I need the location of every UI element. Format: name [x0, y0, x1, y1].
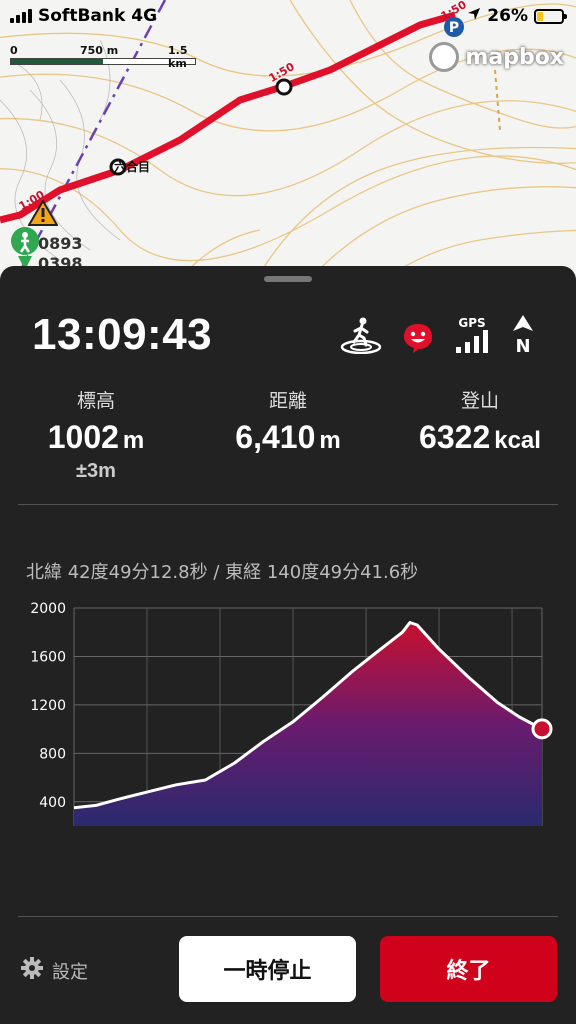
- altitude-stat: 標高 1002 m ±3m: [0, 386, 192, 483]
- altitude-value: 1002: [47, 419, 119, 455]
- north-arrow-icon[interactable]: N: [510, 314, 536, 358]
- map-view[interactable]: SoftBank 4G 26% 0 750 m 1.5 km P mapbox …: [0, 0, 576, 290]
- y-tick-label: 400: [39, 795, 66, 811]
- network-type: 4G: [131, 6, 158, 26]
- mapbox-attribution[interactable]: mapbox: [429, 42, 564, 72]
- status-bar: SoftBank 4G 26%: [0, 0, 576, 34]
- distance-unit: m: [319, 427, 341, 454]
- distance-label: 距離: [268, 390, 307, 412]
- calories-stat: 登山 6322 kcal: [384, 386, 576, 483]
- end-button[interactable]: 終了: [380, 936, 557, 1002]
- y-tick-label: 2000: [30, 601, 66, 617]
- settings-label: 設定: [52, 961, 88, 983]
- coordinates: 北緯 42度49分12.8秒 / 東経 140度49分41.6秒: [26, 562, 419, 583]
- calories-label: 登山: [460, 390, 499, 412]
- gps-label: GPS: [458, 316, 485, 330]
- altitude-label: 標高: [76, 390, 115, 412]
- elevation-profile-chart[interactable]: 2000160012008004001.02.03.04.05.06.0km: [0, 596, 576, 836]
- face-icon[interactable]: [402, 322, 434, 358]
- svg-text:P: P: [449, 20, 459, 36]
- current-time: 13:09:43: [32, 310, 213, 359]
- calories-unit: kcal: [494, 427, 541, 454]
- mapbox-logo-icon: [429, 42, 460, 72]
- distance-stat: 距離 6,410 m: [192, 386, 384, 483]
- altitude-accuracy: ±3m: [76, 460, 116, 482]
- status-icons: GPS N: [340, 314, 536, 358]
- sheet-drag-handle[interactable]: [264, 276, 312, 282]
- battery-percent: 26%: [487, 6, 528, 26]
- current-position-marker: [531, 718, 553, 740]
- y-tick-label: 1600: [30, 649, 66, 665]
- elevation-label: 0893: [38, 234, 83, 253]
- calories-value: 6322: [419, 419, 491, 455]
- divider: [18, 504, 558, 505]
- north-label: N: [515, 336, 530, 354]
- gear-icon: [20, 956, 44, 985]
- station-label: 六合目: [114, 160, 151, 174]
- pause-button[interactable]: 一時停止: [179, 936, 356, 1002]
- battery-icon: [534, 8, 567, 24]
- map-scale: 0 750 m 1.5 km: [10, 44, 196, 70]
- y-tick-label: 800: [39, 746, 66, 762]
- elevation-area: [74, 622, 542, 826]
- settings-button[interactable]: 設定: [20, 956, 88, 985]
- scale-label-zero: 0: [10, 44, 18, 57]
- divider: [18, 916, 558, 917]
- walking-mode-icon[interactable]: [340, 316, 382, 358]
- stats-row: 標高 1002 m ±3m 距離 6,410 m 登山 6322 kcal: [0, 386, 576, 483]
- gps-signal-icon: GPS: [454, 316, 490, 358]
- distance-value: 6,410: [235, 419, 316, 455]
- altitude-unit: m: [122, 427, 145, 454]
- tracking-panel: 13:09:43 GPS N 標高 1002 m ±3m 距離 6,410 m …: [0, 266, 576, 1024]
- y-tick-label: 1200: [30, 698, 66, 714]
- location-arrow-icon: [467, 6, 481, 26]
- scale-label-end: 1.5 km: [168, 44, 188, 70]
- signal-bars-icon: [10, 9, 32, 23]
- carrier-name: SoftBank: [38, 6, 126, 26]
- scale-label-mid: 750 m: [80, 44, 119, 57]
- mapbox-label: mapbox: [465, 44, 564, 70]
